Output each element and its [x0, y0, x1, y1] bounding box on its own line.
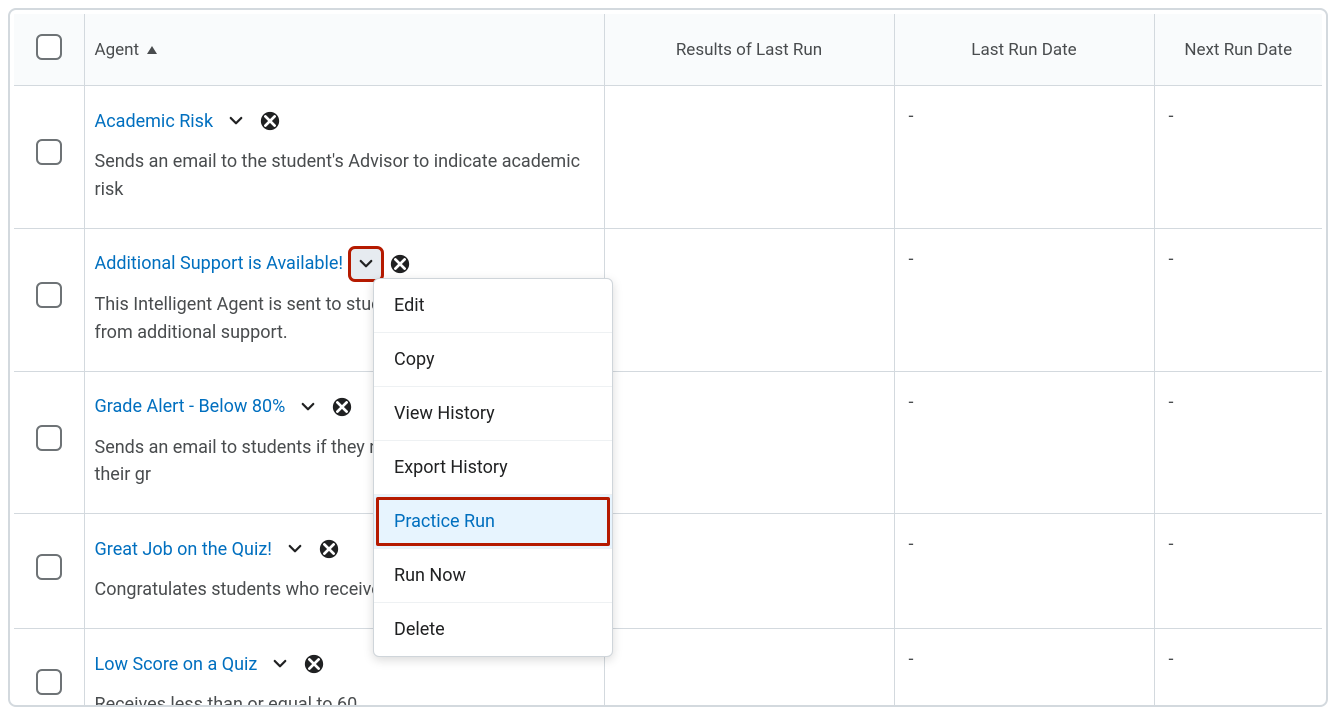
lastrun-cell: -: [894, 86, 1154, 229]
row-checkbox[interactable]: [36, 282, 62, 308]
table-row: Low Score on a Quiz Receives less than o…: [14, 629, 1322, 707]
agent-link[interactable]: Additional Support is Available!: [95, 253, 344, 274]
menu-view-history[interactable]: View History: [374, 387, 612, 441]
menu-copy[interactable]: Copy: [374, 333, 612, 387]
nextrun-cell: -: [1154, 514, 1322, 629]
agent-link[interactable]: Grade Alert - Below 80%: [95, 396, 286, 417]
chevron-down-icon: [286, 540, 304, 558]
row-checkbox[interactable]: [36, 425, 62, 451]
disabled-icon: [303, 653, 325, 675]
row-actions-toggle[interactable]: [265, 649, 295, 679]
lastrun-cell: -: [894, 514, 1154, 629]
header-agent[interactable]: Agent: [84, 14, 604, 86]
results-cell: [604, 514, 894, 629]
header-agent-label: Agent: [95, 40, 140, 60]
select-all-checkbox[interactable]: [36, 34, 62, 60]
table-row: Grade Alert - Below 80% Sends an email t…: [14, 371, 1322, 514]
lastrun-cell: -: [894, 228, 1154, 371]
agents-panel: Agent Results of Last Run Last Run Date …: [8, 8, 1328, 707]
agent-link[interactable]: Academic Risk: [95, 111, 214, 132]
row-checkbox[interactable]: [36, 139, 62, 165]
header-nextrun[interactable]: Next Run Date: [1154, 14, 1322, 86]
sort-asc-icon: [147, 46, 157, 54]
disabled-icon: [318, 538, 340, 560]
chevron-down-icon: [357, 255, 375, 273]
menu-practice-run[interactable]: Practice Run: [374, 495, 612, 549]
chevron-down-icon: [299, 398, 317, 416]
lastrun-cell: -: [894, 371, 1154, 514]
row-actions-toggle[interactable]: [221, 106, 251, 136]
row-actions-toggle[interactable]: [280, 534, 310, 564]
table-row: Additional Support is Available! This In…: [14, 228, 1322, 371]
results-cell: [604, 629, 894, 707]
agent-link[interactable]: Low Score on a Quiz: [95, 654, 258, 675]
header-select-all: [14, 14, 84, 86]
row-actions-toggle[interactable]: [351, 249, 381, 279]
lastrun-cell: -: [894, 629, 1154, 707]
disabled-icon: [331, 396, 353, 418]
results-cell: [604, 86, 894, 229]
nextrun-cell: -: [1154, 86, 1322, 229]
results-cell: [604, 371, 894, 514]
table-header-row: Agent Results of Last Run Last Run Date …: [14, 14, 1322, 86]
chevron-down-icon: [227, 112, 245, 130]
disabled-icon: [259, 110, 281, 132]
disabled-icon: [389, 253, 411, 275]
menu-export-history[interactable]: Export History: [374, 441, 612, 495]
row-actions-menu: Edit Copy View History Export History Pr…: [373, 278, 613, 657]
table-row: Great Job on the Quiz! Congratulates stu…: [14, 514, 1322, 629]
header-results[interactable]: Results of Last Run: [604, 14, 894, 86]
row-checkbox[interactable]: [36, 669, 62, 695]
chevron-down-icon: [271, 655, 289, 673]
agent-description: Sends an email to the student's Advisor …: [95, 148, 594, 204]
row-actions-toggle[interactable]: [293, 392, 323, 422]
nextrun-cell: -: [1154, 371, 1322, 514]
menu-edit[interactable]: Edit: [374, 279, 612, 333]
results-cell: [604, 228, 894, 371]
nextrun-cell: -: [1154, 228, 1322, 371]
row-checkbox[interactable]: [36, 554, 62, 580]
header-lastrun[interactable]: Last Run Date: [894, 14, 1154, 86]
agent-description: Receives less than or equal to 60: [95, 691, 594, 707]
agent-link[interactable]: Great Job on the Quiz!: [95, 539, 272, 560]
agent-cell: Academic Risk Sends an email to the stud…: [84, 86, 604, 229]
table-row: Academic Risk Sends an email to the stud…: [14, 86, 1322, 229]
menu-run-now[interactable]: Run Now: [374, 549, 612, 603]
nextrun-cell: -: [1154, 629, 1322, 707]
menu-delete[interactable]: Delete: [374, 603, 612, 656]
agents-table: Agent Results of Last Run Last Run Date …: [14, 14, 1322, 707]
